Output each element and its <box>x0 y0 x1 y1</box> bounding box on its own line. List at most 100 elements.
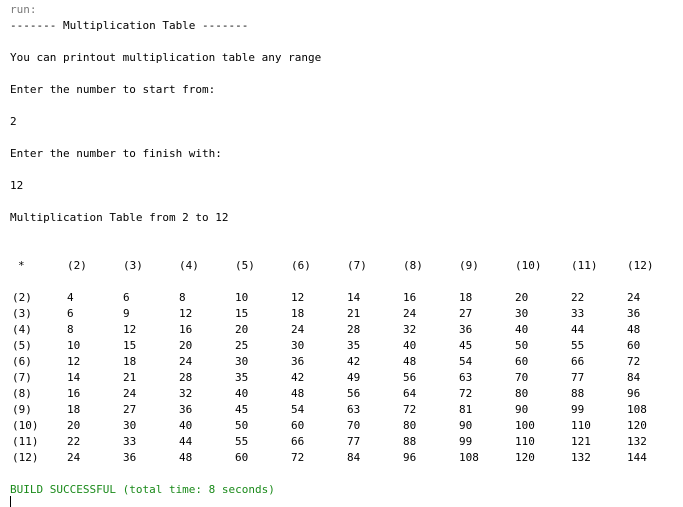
table-cell: 55 <box>235 435 249 448</box>
table-cell: 14 <box>67 371 81 384</box>
table-cell: 45 <box>459 339 473 352</box>
table-cell: 55 <box>571 339 585 352</box>
table-cell: 6 <box>67 307 74 320</box>
table-cell: 77 <box>347 435 361 448</box>
table-cell: 144 <box>627 451 647 464</box>
table-cell: 8 <box>67 323 74 336</box>
table-cell: 32 <box>403 323 417 336</box>
build-status: BUILD SUCCESSFUL (total time: 8 seconds) <box>10 483 275 496</box>
table-cell: 63 <box>459 371 473 384</box>
table-cell: 16 <box>179 323 193 336</box>
table-cell: 66 <box>571 355 585 368</box>
program-title: ------- Multiplication Table ------- <box>10 19 249 32</box>
table-cell: 40 <box>515 323 529 336</box>
text-cursor[interactable] <box>10 496 11 507</box>
row-label: (5) <box>12 339 32 352</box>
table-cell: 18 <box>67 403 81 416</box>
table-cell: 45 <box>235 403 249 416</box>
table-cell: 24 <box>123 387 137 400</box>
run-label: run: <box>10 3 37 16</box>
table-cell: 28 <box>347 323 361 336</box>
table-cell: 96 <box>627 387 641 400</box>
table-cell: 60 <box>235 451 249 464</box>
table-cell: 60 <box>627 339 641 352</box>
table-cell: 30 <box>123 419 137 432</box>
table-cell: 27 <box>459 307 473 320</box>
table-cell: 15 <box>235 307 249 320</box>
table-cell: 20 <box>235 323 249 336</box>
table-cell: 35 <box>347 339 361 352</box>
column-header: (11) <box>571 259 598 272</box>
table-cell: 72 <box>459 387 473 400</box>
table-cell: 30 <box>291 339 305 352</box>
table-cell: 16 <box>403 291 417 304</box>
table-cell: 50 <box>235 419 249 432</box>
row-label: (3) <box>12 307 32 320</box>
row-label: (10) <box>12 419 39 432</box>
table-cell: 72 <box>403 403 417 416</box>
table-cell: 49 <box>347 371 361 384</box>
table-cell: 90 <box>459 419 473 432</box>
table-cell: 40 <box>235 387 249 400</box>
table-cell: 24 <box>179 355 193 368</box>
table-cell: 56 <box>347 387 361 400</box>
table-cell: 36 <box>291 355 305 368</box>
table-cell: 66 <box>291 435 305 448</box>
table-cell: 121 <box>571 435 591 448</box>
table-cell: 81 <box>459 403 473 416</box>
row-label: (4) <box>12 323 32 336</box>
table-cell: 48 <box>403 355 417 368</box>
column-header: (4) <box>179 259 199 272</box>
table-corner: * <box>18 259 25 272</box>
table-cell: 6 <box>123 291 130 304</box>
table-cell: 33 <box>123 435 137 448</box>
table-cell: 36 <box>179 403 193 416</box>
table-cell: 40 <box>403 339 417 352</box>
table-cell: 4 <box>67 291 74 304</box>
column-header: (3) <box>123 259 143 272</box>
table-cell: 99 <box>459 435 473 448</box>
table-cell: 70 <box>347 419 361 432</box>
table-cell: 10 <box>67 339 81 352</box>
table-cell: 120 <box>627 419 647 432</box>
table-cell: 30 <box>515 307 529 320</box>
table-cell: 108 <box>459 451 479 464</box>
table-cell: 24 <box>291 323 305 336</box>
column-header: (6) <box>291 259 311 272</box>
table-cell: 80 <box>403 419 417 432</box>
column-header: (5) <box>235 259 255 272</box>
finish-value: 12 <box>10 179 24 192</box>
table-cell: 28 <box>179 371 193 384</box>
table-cell: 90 <box>515 403 529 416</box>
table-cell: 32 <box>179 387 193 400</box>
row-label: (6) <box>12 355 32 368</box>
table-cell: 35 <box>235 371 249 384</box>
row-label: (7) <box>12 371 32 384</box>
table-cell: 36 <box>123 451 137 464</box>
table-cell: 70 <box>515 371 529 384</box>
table-cell: 24 <box>67 451 81 464</box>
table-cell: 54 <box>459 355 473 368</box>
table-cell: 54 <box>291 403 305 416</box>
table-cell: 8 <box>179 291 186 304</box>
table-cell: 30 <box>235 355 249 368</box>
column-header: (9) <box>459 259 479 272</box>
table-cell: 72 <box>291 451 305 464</box>
table-cell: 25 <box>235 339 249 352</box>
finish-prompt: Enter the number to finish with: <box>10 147 222 160</box>
table-cell: 20 <box>179 339 193 352</box>
table-cell: 14 <box>347 291 361 304</box>
table-cell: 80 <box>515 387 529 400</box>
table-cell: 63 <box>347 403 361 416</box>
row-label: (12) <box>12 451 39 464</box>
table-cell: 77 <box>571 371 585 384</box>
row-label: (8) <box>12 387 32 400</box>
table-cell: 44 <box>179 435 193 448</box>
table-cell: 72 <box>627 355 641 368</box>
table-cell: 42 <box>347 355 361 368</box>
table-cell: 64 <box>403 387 417 400</box>
table-cell: 9 <box>123 307 130 320</box>
table-cell: 21 <box>123 371 137 384</box>
table-cell: 36 <box>459 323 473 336</box>
row-label: (11) <box>12 435 39 448</box>
